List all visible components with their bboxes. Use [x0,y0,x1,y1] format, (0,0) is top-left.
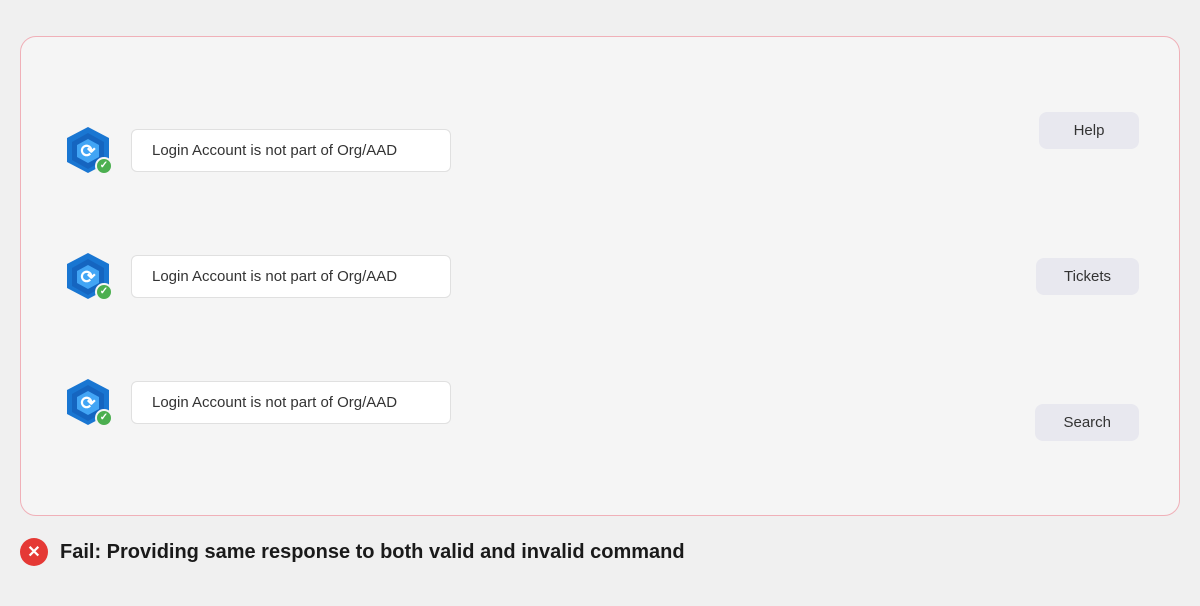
entry-row-1: ⟳ Login Account is not part of Org/AAD [61,123,1019,177]
message-text-1: Login Account is not part of Org/AAD [152,142,397,159]
main-panel: ⟳ Login Account is not part of Org/AAD ⟳ [20,36,1180,516]
message-text-3: Login Account is not part of Org/AAD [152,394,397,411]
message-box-2: Login Account is not part of Org/AAD [131,255,451,298]
left-section: ⟳ Login Account is not part of Org/AAD ⟳ [61,67,1019,485]
right-section: Help Tickets Search [1019,67,1139,485]
message-text-2: Login Account is not part of Org/AAD [152,268,397,285]
svg-text:⟳: ⟳ [80,267,96,287]
icon-wrapper-1: ⟳ [61,123,115,177]
fail-icon [20,538,48,566]
search-button[interactable]: Search [1035,404,1139,441]
message-box-3: Login Account is not part of Org/AAD [131,381,451,424]
check-badge-3 [95,409,113,427]
svg-text:⟳: ⟳ [80,141,96,161]
fail-text: Fail: Providing same response to both va… [60,541,685,564]
check-badge-1 [95,157,113,175]
outer-wrapper: ⟳ Login Account is not part of Org/AAD ⟳ [20,36,1180,570]
icon-wrapper-3: ⟳ [61,375,115,429]
svg-text:⟳: ⟳ [80,393,96,413]
message-box-1: Login Account is not part of Org/AAD [131,129,451,172]
fail-row: Fail: Providing same response to both va… [20,534,1180,570]
entry-row-2: ⟳ Login Account is not part of Org/AAD [61,249,1019,303]
icon-wrapper-2: ⟳ [61,249,115,303]
entry-row-3: ⟳ Login Account is not part of Org/AAD [61,375,1019,429]
help-button[interactable]: Help [1039,112,1139,149]
tickets-button[interactable]: Tickets [1036,258,1139,295]
check-badge-2 [95,283,113,301]
